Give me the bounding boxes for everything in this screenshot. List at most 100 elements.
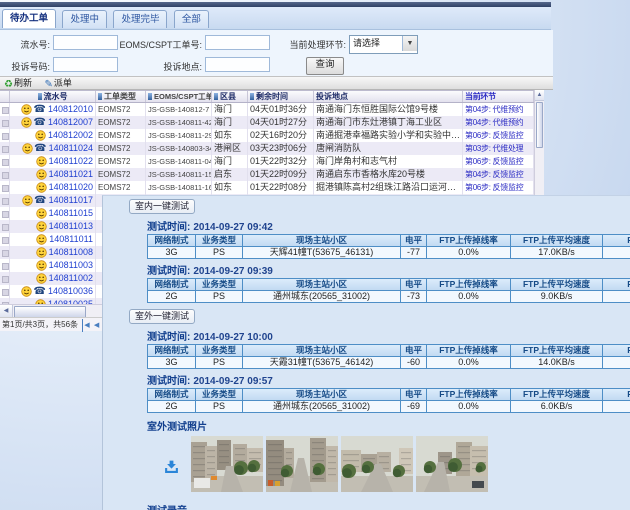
row-select-cell[interactable]	[0, 116, 10, 129]
serial-link[interactable]: 140811024	[49, 142, 93, 155]
step-label: 当前处理环节:	[263, 38, 346, 51]
row-select-cell[interactable]	[0, 207, 10, 220]
complaint-location-input[interactable]	[205, 57, 270, 72]
street-photo[interactable]	[416, 479, 488, 496]
serial-link[interactable]: 140811013	[49, 220, 93, 233]
row-select-cell[interactable]	[0, 129, 10, 142]
test-value-cell: -69	[401, 401, 427, 413]
test-time: 测试时间:2014-09-27 09:39	[147, 262, 630, 277]
refresh-button[interactable]: ♻刷新	[4, 77, 32, 91]
row-select-cell[interactable]	[0, 142, 10, 155]
col-type[interactable]: 工单类型	[96, 91, 146, 102]
serial-link[interactable]: 140812007	[48, 116, 93, 129]
smiley-icon	[36, 156, 47, 167]
col-remaining-time[interactable]: 剩余时间	[248, 91, 314, 102]
test-col-header: 网络制式	[148, 345, 196, 357]
download-photos-icon[interactable]	[164, 460, 179, 474]
table-row[interactable]: 140811021EOMS72JS-GSB-140811-150启东01天22时…	[0, 168, 534, 181]
row-select-cell[interactable]	[0, 285, 10, 298]
street-photo[interactable]	[266, 479, 338, 496]
row-handle-icon	[2, 250, 9, 257]
serial-link[interactable]: 140811011	[49, 233, 93, 246]
chevron-down-icon: ▼	[402, 36, 417, 51]
test-col-header: 现场主站小区	[243, 345, 401, 357]
tab-all[interactable]: 全部	[174, 10, 209, 28]
table-row[interactable]: 140812002EOMS72JS-GSB-140811-291如东02天16时…	[0, 129, 534, 142]
step-cell: 第04步: 代维预约	[463, 116, 534, 129]
test-col-header: FTP上传平均速度	[511, 389, 603, 401]
tab-processing[interactable]: 处理中	[62, 10, 107, 28]
serial-link[interactable]: 140811015	[49, 207, 93, 220]
row-select-cell[interactable]	[0, 168, 10, 181]
test-value-cell: 0.0%	[427, 401, 511, 413]
tab-completed[interactable]: 处理完毕	[113, 10, 167, 28]
row-select-cell[interactable]	[0, 233, 10, 246]
row-select-cell[interactable]	[0, 181, 10, 194]
row-select-cell[interactable]	[0, 272, 10, 285]
row-select-cell[interactable]	[0, 246, 10, 259]
serial-link[interactable]: 140811003	[49, 259, 93, 272]
serial-link[interactable]: 140811008	[49, 246, 93, 259]
serial-link[interactable]: 140810036	[48, 285, 93, 298]
serial-link[interactable]: 140811021	[49, 168, 93, 181]
dispatch-button[interactable]: ✎派单	[45, 77, 72, 91]
test-time-value: 2014-09-27 09:42	[193, 222, 273, 233]
vertical-scroll-thumb[interactable]	[536, 102, 543, 148]
smiley-icon	[36, 182, 47, 193]
refresh-icon: ♻	[4, 79, 13, 90]
remaining-cell: 04天01时27分	[248, 116, 314, 129]
serial-link[interactable]: 140811017	[49, 194, 93, 207]
table-row[interactable]: 140811020EOMS72JS-GSB-140811-160如东01天22时…	[0, 181, 534, 194]
row-select-cell[interactable]	[0, 259, 10, 272]
scroll-left-icon[interactable]: ◀	[0, 305, 13, 317]
serial-label: 流水号:	[0, 38, 50, 51]
scroll-up-icon[interactable]: ▲	[535, 90, 544, 101]
eoms-no-input[interactable]	[205, 35, 270, 50]
step-cell: 第06步: 反馈监控	[463, 155, 534, 168]
serial-cell: 140811008	[10, 246, 96, 259]
col-current-step[interactable]: 当前环节	[463, 91, 534, 102]
table-row[interactable]: 140811022EOMS72JS-GSB-140811-045海门01天22时…	[0, 155, 534, 168]
test-col-header: 现场主站小区	[243, 235, 401, 247]
street-photo[interactable]	[341, 479, 413, 496]
smiley-icon	[21, 286, 32, 297]
table-row[interactable]: ☎140812010EOMS72JS-GSB-140812-7海门04天01时3…	[0, 103, 534, 116]
col-location[interactable]: 投诉地点	[314, 91, 463, 102]
outdoor-test-button[interactable]: 室外一键测试	[129, 309, 195, 324]
street-photo[interactable]	[191, 479, 263, 496]
step-select[interactable]: 请选择 ▼	[349, 35, 418, 54]
serial-link[interactable]: 140812010	[48, 103, 93, 116]
col-eoms-no[interactable]: EOMS/CSPT工单号	[146, 91, 212, 102]
step-cell: 第04步: 代维预约	[463, 103, 534, 116]
test-time: 测试时间:2014-09-27 09:57	[147, 372, 630, 387]
select-all-header[interactable]	[0, 91, 10, 102]
serial-link[interactable]: 140811020	[49, 181, 93, 194]
row-select-cell[interactable]	[0, 194, 10, 207]
serial-link[interactable]: 140811002	[49, 272, 93, 285]
location-cell: 掘港镇陈高村2组珠江路沿口运河桥西侧民居点	[314, 181, 463, 194]
dispatch-pencil-icon: ✎	[45, 79, 53, 90]
indoor-test-button[interactable]: 室内一键测试	[129, 199, 195, 214]
col-serial[interactable]: 流水号	[10, 91, 96, 102]
smiley-icon	[36, 221, 47, 232]
complaint-no-input[interactable]	[53, 57, 118, 72]
table-row[interactable]: ☎140812007EOMS72JS-GSB-140811-422海门04天01…	[0, 116, 534, 129]
serial-input[interactable]	[53, 35, 118, 50]
row-select-cell[interactable]	[0, 103, 10, 116]
row-select-cell[interactable]	[0, 155, 10, 168]
first-page-icon[interactable]: ◀	[82, 319, 89, 332]
serial-link[interactable]: 140811022	[49, 155, 93, 168]
prev-page-icon[interactable]: ◀	[94, 319, 99, 332]
complaint-location-label: 投诉地点:	[118, 60, 202, 73]
tab-pending[interactable]: 待办工单	[2, 9, 56, 28]
eoms-no-cell: JS-GSB-140811-045	[146, 155, 212, 168]
photo-row	[147, 436, 630, 497]
test-value-cell: 0.0%	[427, 357, 511, 369]
query-button[interactable]: 查询	[306, 57, 344, 75]
table-row[interactable]: ☎140811024EOMS72JS-GSB-140803-344港闸区03天2…	[0, 142, 534, 155]
test-value-cell: 3G	[148, 357, 196, 369]
row-select-cell[interactable]	[0, 220, 10, 233]
serial-link[interactable]: 140812002	[48, 129, 93, 142]
col-county[interactable]: 区县	[212, 91, 248, 102]
step-cell: 第06步: 反馈监控	[463, 181, 534, 194]
